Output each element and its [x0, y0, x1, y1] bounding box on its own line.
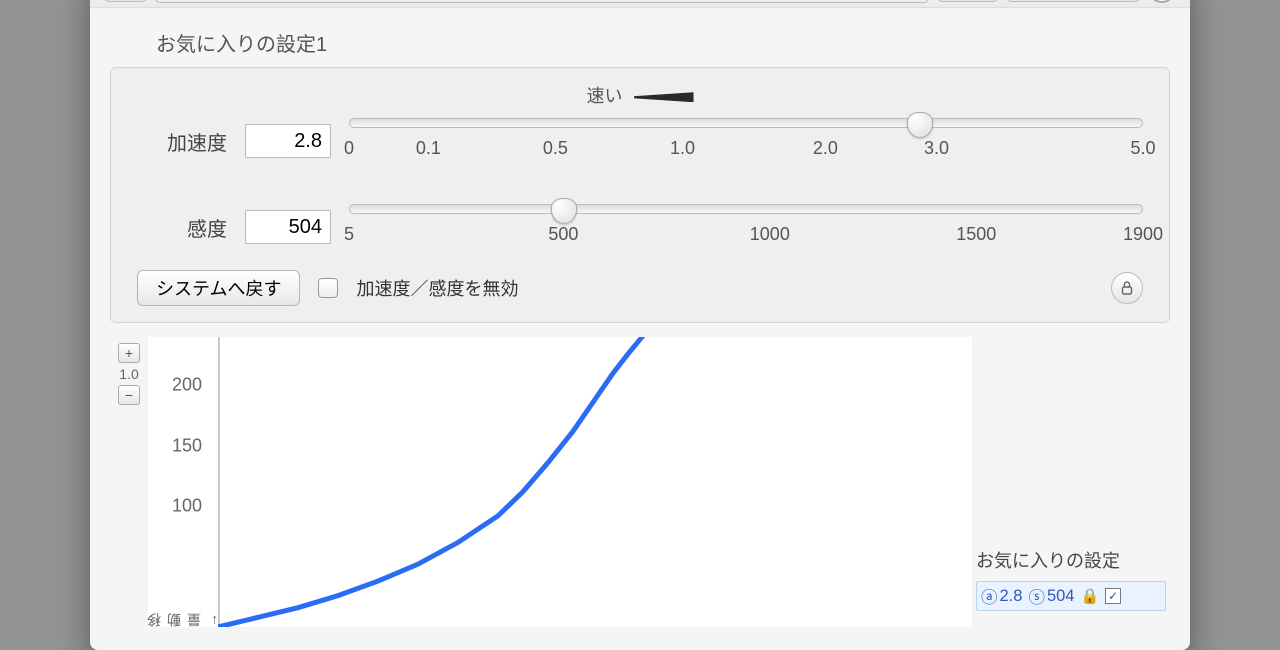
- sensitivity-input[interactable]: [245, 210, 331, 244]
- tick-label: 3.0: [924, 138, 949, 159]
- zoom-controls: + 1.0 −: [114, 337, 144, 627]
- help-button[interactable]: ?: [1148, 0, 1176, 3]
- tick-label: 2.0: [813, 138, 838, 159]
- favorite-row-1[interactable]: ⓐ2.8 ⓢ504 🔒 ✓: [976, 581, 1166, 611]
- lock-icon: [1119, 280, 1135, 296]
- toolbar-button-b[interactable]: デフォルトに...: [1006, 0, 1140, 2]
- tick-label: 1000: [750, 224, 790, 245]
- tick-label: 1900: [1123, 224, 1163, 245]
- acceleration-input[interactable]: [245, 124, 331, 158]
- tick-label: 500: [548, 224, 578, 245]
- toolbar-button-a[interactable]: 追加...: [937, 0, 999, 2]
- favorites-title: お気に入りの設定: [976, 547, 1166, 573]
- reset-system-button[interactable]: システムへ戻す: [137, 270, 300, 306]
- device-select[interactable]: Magic Mouse ▾: [155, 0, 929, 3]
- zoom-out-button[interactable]: −: [118, 385, 140, 405]
- tick-label: 1.0: [670, 138, 695, 159]
- favorite-accel-badge: ⓐ2.8: [981, 584, 1022, 608]
- acceleration-slider[interactable]: 00.10.51.02.03.05.0: [349, 116, 1143, 166]
- y-tick-label: 150: [172, 435, 202, 456]
- acceleration-thumb[interactable]: [907, 112, 933, 138]
- y-axis-title: 移動量 →: [144, 597, 220, 627]
- y-tick-label: 200: [172, 375, 202, 396]
- settings-group-box: 速い 加速度 0 0.1 0.5 1.0 2.0 3.0 5.0 感度: [110, 67, 1170, 323]
- zoom-level-label: 1.0: [119, 366, 138, 382]
- curve-svg: [218, 337, 918, 627]
- top-toolbar: ON Magic Mouse ▾ 追加... デフォルトに... ?: [90, 0, 1190, 8]
- content-area: お気に入りの設定1 速い 加速度 0 0.1 0.5 1.0 2.0 3.0 5.0: [90, 8, 1190, 627]
- group-title: お気に入りの設定1: [156, 28, 1170, 57]
- tick-label: 1500: [956, 224, 996, 245]
- y-tick-label: 100: [172, 496, 202, 517]
- tick-label: 5.0: [1130, 138, 1155, 159]
- tick-label: 0.5: [543, 138, 568, 159]
- speed-wedge-icon: [634, 92, 694, 102]
- sensitivity-row: 感度 5500100015001900: [137, 202, 1143, 252]
- curve-line: [218, 337, 652, 627]
- favorite-checkbox[interactable]: ✓: [1105, 588, 1121, 604]
- on-toggle-button[interactable]: ON: [104, 0, 147, 2]
- tick-label: 0.1: [416, 138, 441, 159]
- chart-area: + 1.0 − 移動量 → 100 150 200 お気に入りの設定 ⓐ2.8 ⓢ5…: [110, 337, 1170, 627]
- sensitivity-thumb[interactable]: [551, 198, 577, 224]
- favorite-sens-badge: ⓢ504: [1028, 584, 1074, 608]
- sensitivity-label: 感度: [137, 213, 227, 242]
- acceleration-track: [349, 118, 1143, 128]
- sensitivity-slider[interactable]: 5500100015001900: [349, 202, 1143, 252]
- tick-label: 0: [344, 138, 354, 159]
- disable-checkbox-label: 加速度／感度を無効: [356, 275, 518, 301]
- acceleration-label: 加速度: [137, 127, 227, 156]
- speed-hint-label: 速い: [137, 82, 1143, 108]
- settings-bottom-row: システムへ戻す 加速度／感度を無効: [137, 270, 1143, 306]
- sensitivity-track: [349, 204, 1143, 214]
- lock-button[interactable]: [1111, 272, 1143, 304]
- acceleration-curve-chart: 移動量 → 100150200: [148, 337, 972, 627]
- favorite-lock-icon: 🔒: [1080, 587, 1099, 605]
- acceleration-ticks: 00.10.51.02.03.05.0: [349, 138, 1143, 166]
- sensitivity-ticks: 5500100015001900: [349, 224, 1143, 252]
- disable-checkbox[interactable]: [318, 278, 338, 298]
- speed-hint-text: 速い: [586, 86, 622, 106]
- preferences-window: ON Magic Mouse ▾ 追加... デフォルトに... ? お気に入り…: [90, 0, 1190, 650]
- acceleration-row: 加速度 00.10.51.02.03.05.0: [137, 116, 1143, 166]
- zoom-in-button[interactable]: +: [118, 343, 140, 363]
- tick-label: 5: [344, 224, 354, 245]
- favorites-panel: お気に入りの設定 ⓐ2.8 ⓢ504 🔒 ✓: [976, 337, 1166, 627]
